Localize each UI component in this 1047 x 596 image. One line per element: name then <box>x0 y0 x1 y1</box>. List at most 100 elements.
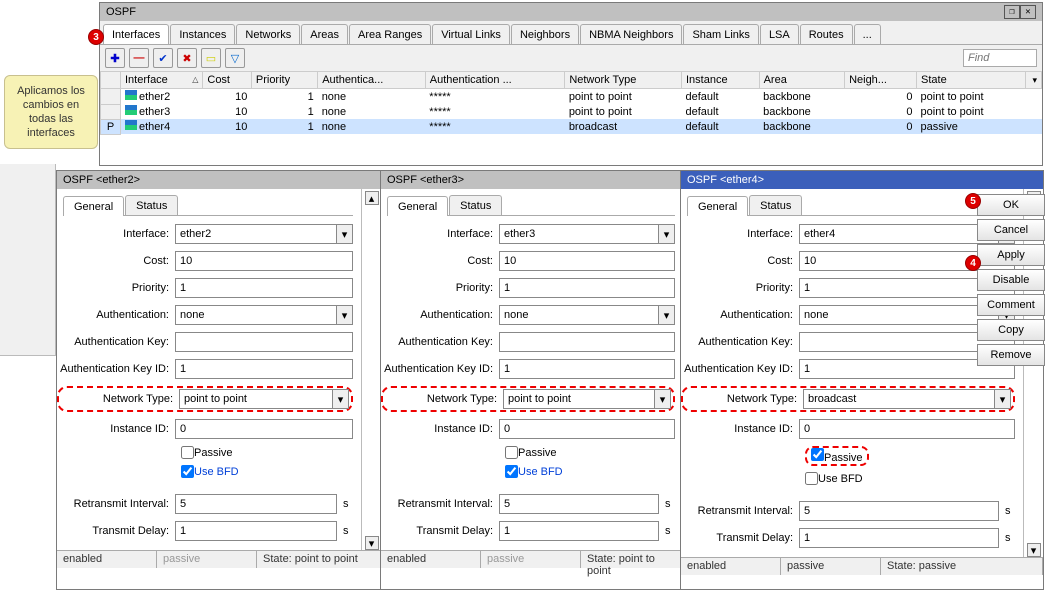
authentication-field[interactable] <box>499 305 659 325</box>
cancel-button[interactable]: Cancel <box>977 219 1045 241</box>
apply-button[interactable]: Apply <box>977 244 1045 266</box>
interface-field[interactable] <box>175 224 337 244</box>
table-row[interactable]: Pether4101none*****broadcastdefaultbackb… <box>101 119 1042 134</box>
passive-checkbox[interactable] <box>811 448 824 461</box>
dialog-titlebar[interactable]: OSPF <ether4> <box>681 171 1043 189</box>
authentication-field[interactable] <box>799 305 999 325</box>
dialog-tab-general[interactable]: General <box>387 196 448 216</box>
use-bfd-checkbox[interactable] <box>505 465 518 478</box>
auth-key-field[interactable] <box>175 332 353 352</box>
col-header[interactable] <box>101 72 121 89</box>
interface-field[interactable] <box>799 224 999 244</box>
main-tab--[interactable]: ... <box>854 24 881 44</box>
network-type-field[interactable] <box>179 389 333 409</box>
col-header[interactable]: Priority <box>251 72 317 89</box>
comment-button[interactable]: Comment <box>977 294 1045 316</box>
main-tab-nbma-neighbors[interactable]: NBMA Neighbors <box>580 24 682 44</box>
remove-button[interactable]: — <box>129 48 149 68</box>
main-tab-routes[interactable]: Routes <box>800 24 853 44</box>
transmit-delay-field[interactable] <box>175 521 337 541</box>
instance-id-field[interactable] <box>799 419 1015 439</box>
main-titlebar[interactable]: OSPF ❐ ✕ <box>100 3 1042 21</box>
ok-button[interactable]: OK <box>977 194 1045 216</box>
passive-checkbox[interactable] <box>181 446 194 459</box>
copy-button[interactable]: Copy <box>977 319 1045 341</box>
filter-button[interactable]: ▽ <box>225 48 245 68</box>
toolbar: ✚ — ✔ ✖ ▭ ▽ <box>100 45 1042 71</box>
arrow-up-icon[interactable]: ▴ <box>365 191 379 205</box>
callout-marker-5: 5 <box>965 193 981 209</box>
chevron-down-icon[interactable]: ▾ <box>655 389 671 409</box>
priority-field[interactable] <box>175 278 353 298</box>
remove-button[interactable]: Remove <box>977 344 1045 366</box>
add-button[interactable]: ✚ <box>105 48 125 68</box>
interface-table[interactable]: Interface△CostPriorityAuthentica...Authe… <box>100 71 1042 135</box>
auth-key-id-field[interactable] <box>499 359 675 379</box>
use-bfd-checkbox[interactable] <box>181 465 194 478</box>
main-tab-areas[interactable]: Areas <box>301 24 348 44</box>
dialog-tab-general[interactable]: General <box>687 196 748 216</box>
chevron-down-icon[interactable]: ▾ <box>333 389 349 409</box>
authentication-field[interactable] <box>175 305 337 325</box>
status-passive: passive <box>157 551 257 568</box>
main-tab-virtual-links[interactable]: Virtual Links <box>432 24 510 44</box>
disable-button[interactable]: Disable <box>977 269 1045 291</box>
arrow-down-icon[interactable]: ▾ <box>365 536 379 550</box>
col-header[interactable]: Network Type <box>565 72 682 89</box>
dialog-titlebar[interactable]: OSPF <ether3> <box>381 171 681 189</box>
dialog-titlebar[interactable]: OSPF <ether2> <box>57 171 381 189</box>
transmit-delay-field[interactable] <box>799 528 999 548</box>
cost-field[interactable] <box>175 251 353 271</box>
dialog-tab-status[interactable]: Status <box>749 195 802 215</box>
col-header[interactable]: Neigh... <box>845 72 917 89</box>
restore-icon[interactable]: ❐ <box>1004 5 1020 19</box>
retransmit-interval-field[interactable] <box>799 501 999 521</box>
instance-id-field[interactable] <box>175 419 353 439</box>
dialog-tab-general[interactable]: General <box>63 196 124 216</box>
cost-field[interactable] <box>499 251 675 271</box>
chevron-down-icon[interactable]: ▾ <box>337 224 353 244</box>
use-bfd-checkbox[interactable] <box>805 472 818 485</box>
disable-button[interactable]: ✖ <box>177 48 197 68</box>
main-tab-instances[interactable]: Instances <box>170 24 235 44</box>
col-header[interactable]: Interface△ <box>121 72 203 89</box>
main-tab-area-ranges[interactable]: Area Ranges <box>349 24 431 44</box>
main-tab-interfaces[interactable]: Interfaces <box>103 24 169 44</box>
dialog-tab-status[interactable]: Status <box>449 195 502 215</box>
priority-field[interactable] <box>499 278 675 298</box>
table-row[interactable]: ether2101none*****point to pointdefaultb… <box>101 89 1042 105</box>
auth-key-field[interactable] <box>499 332 675 352</box>
auth-key-id-field[interactable] <box>175 359 353 379</box>
comment-button[interactable]: ▭ <box>201 48 221 68</box>
col-header[interactable]: Authentication ... <box>425 72 565 89</box>
enable-button[interactable]: ✔ <box>153 48 173 68</box>
main-tab-neighbors[interactable]: Neighbors <box>511 24 579 44</box>
retransmit-interval-field[interactable] <box>499 494 659 514</box>
use-bfd-label: Use BFD <box>518 466 563 478</box>
table-row[interactable]: ether3101none*****point to pointdefaultb… <box>101 104 1042 119</box>
transmit-delay-field[interactable] <box>499 521 659 541</box>
network-type-field[interactable] <box>803 389 995 409</box>
arrow-down-icon[interactable]: ▾ <box>1027 543 1041 557</box>
chevron-down-icon[interactable]: ▾ <box>659 224 675 244</box>
chevron-down-icon[interactable]: ▾ <box>659 305 675 325</box>
main-tab-lsa[interactable]: LSA <box>760 24 799 44</box>
find-input[interactable] <box>963 49 1037 67</box>
col-menu[interactable]: ▾ <box>1026 72 1042 89</box>
main-tab-networks[interactable]: Networks <box>236 24 300 44</box>
col-header[interactable]: Area <box>759 72 844 89</box>
passive-checkbox[interactable] <box>505 446 518 459</box>
network-type-field[interactable] <box>503 389 655 409</box>
main-tab-sham-links[interactable]: Sham Links <box>683 24 758 44</box>
chevron-down-icon[interactable]: ▾ <box>337 305 353 325</box>
chevron-down-icon[interactable]: ▾ <box>995 389 1011 409</box>
dialog-tab-status[interactable]: Status <box>125 195 178 215</box>
col-header[interactable]: Instance <box>681 72 759 89</box>
col-header[interactable]: Authentica... <box>318 72 426 89</box>
instance-id-field[interactable] <box>499 419 675 439</box>
col-header[interactable]: State <box>917 72 1026 89</box>
interface-field[interactable] <box>499 224 659 244</box>
close-icon[interactable]: ✕ <box>1020 5 1036 19</box>
retransmit-interval-field[interactable] <box>175 494 337 514</box>
col-header[interactable]: Cost <box>203 72 252 89</box>
